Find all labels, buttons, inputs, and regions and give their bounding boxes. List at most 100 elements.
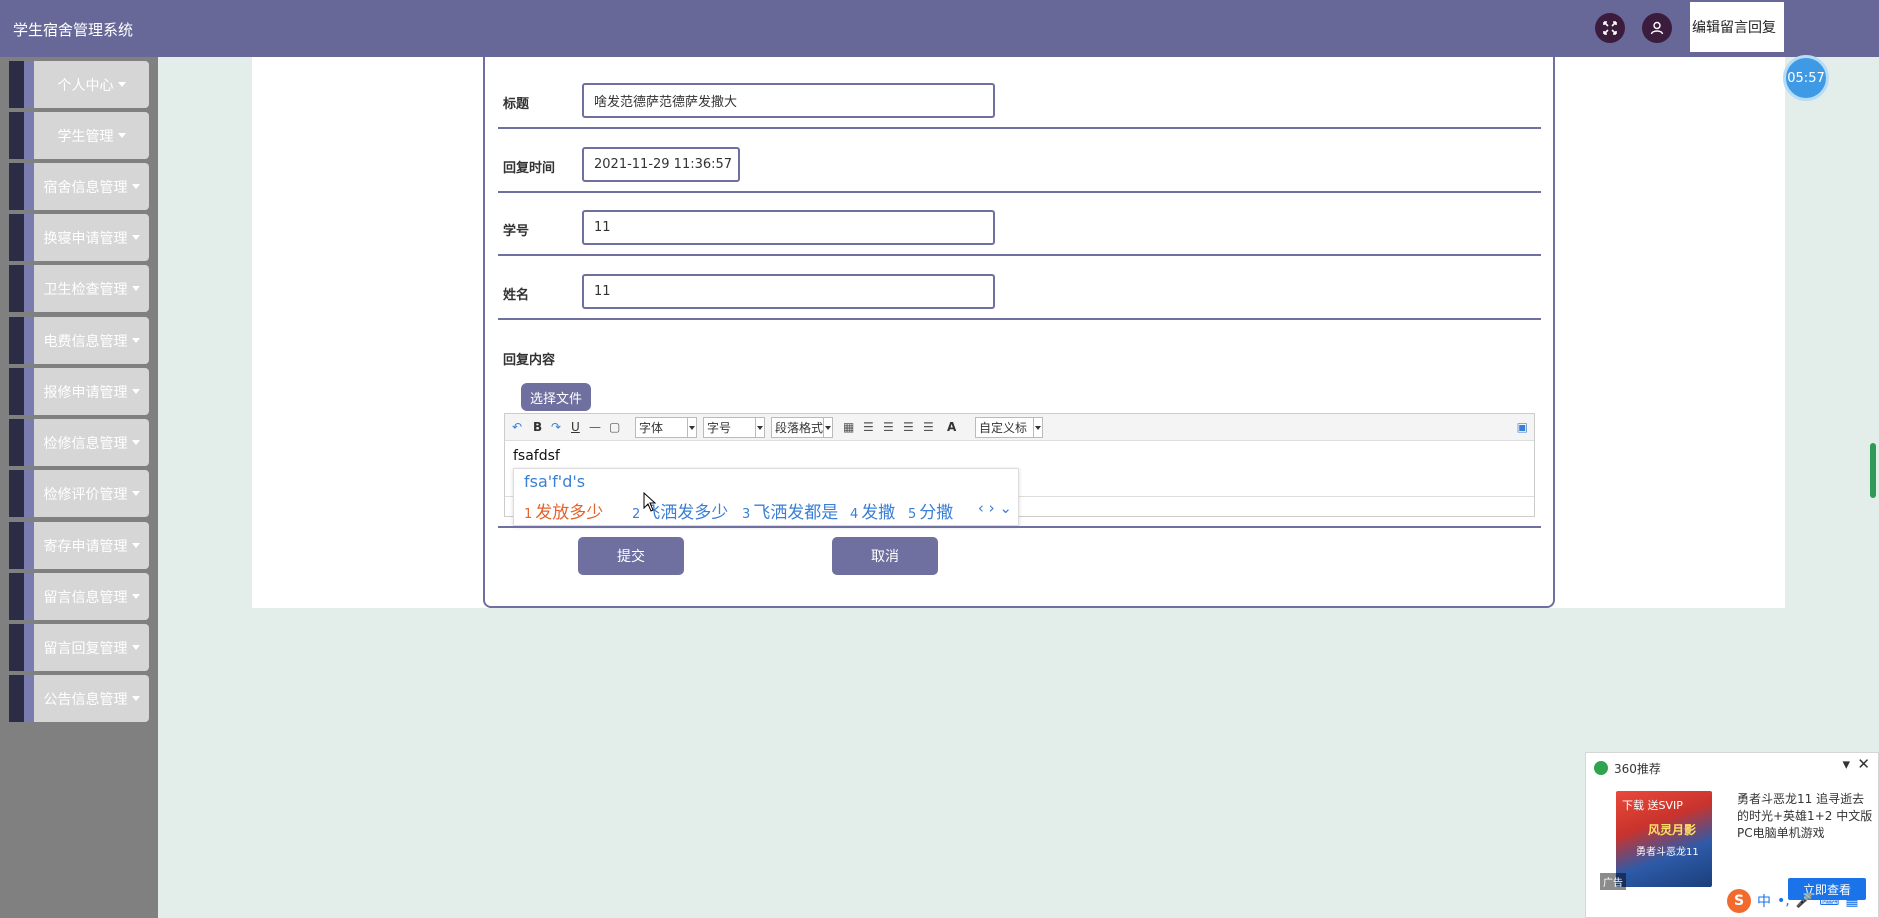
chevron-down-icon [131, 543, 140, 548]
ime-candidate[interactable]: 1 发放多少 [524, 498, 603, 523]
fullscreen-icon [1603, 21, 1617, 35]
align-justify-icon[interactable]: ☰ [923, 420, 934, 434]
align-right-icon[interactable]: ☰ [883, 420, 894, 434]
user-button[interactable] [1642, 13, 1672, 43]
choose-file-label: 选择文件 [529, 391, 582, 407]
timer-value: 05:57 [1787, 70, 1825, 86]
sidebar-item-label: 寄存申请管理 [43, 538, 128, 555]
sidebar-item-label: 公告信息管理 [43, 691, 128, 708]
sogou-logo-icon[interactable]: S [1727, 889, 1751, 913]
sidebar-item-maintenance-review[interactable]: 检修评价管理 [9, 470, 149, 517]
editor-toolbar: ↶ B ↷ U — ▢ 字体 字号 段落格式 ▦ ☰ ☰ ☰ ☰ A 自定义标 … [505, 414, 1534, 441]
student-id-input[interactable]: 11 [582, 210, 995, 245]
sidebar-item-electricity[interactable]: 电费信息管理 [9, 317, 149, 364]
sidebar-item-students[interactable]: 学生管理 [9, 112, 149, 159]
ad-image[interactable]: 下载 送SVIP 风灵月影 勇者斗恶龙11 [1616, 791, 1712, 887]
table-icon[interactable]: ▦ [843, 420, 854, 434]
ad-tag: 广告 [1600, 873, 1626, 890]
paste-icon[interactable]: ▢ [609, 420, 620, 434]
microphone-icon[interactable]: 🎤 [1796, 893, 1813, 909]
ime-tray: S 中 •, 🎤 ⌨ ▦ [1727, 888, 1859, 914]
cancel-button[interactable]: 取消 [832, 537, 938, 575]
font-size-select[interactable]: 字号 [703, 417, 765, 438]
sidebar-item-replies[interactable]: 留言回复管理 [9, 624, 149, 671]
font-select[interactable]: 字体 [635, 417, 697, 438]
chevron-down-icon[interactable]: ▾ [1842, 755, 1850, 773]
ime-candidate-popup: fsa'f'd's 1 发放多少 2 飞洒发多少 3 飞洒发都是 4 发撒 5 分撒 ‹ … [513, 468, 1019, 526]
custom-heading-select[interactable]: 自定义标 [975, 417, 1043, 438]
paragraph-format-value: 段落格式 [775, 421, 824, 435]
grid-menu-icon[interactable]: ▦ [1845, 893, 1858, 909]
sidebar-item-hygiene[interactable]: 卫生检查管理 [9, 265, 149, 312]
ad-header: 360推荐 [1614, 762, 1661, 776]
content-label: 回复内容 [503, 353, 556, 368]
underline-button[interactable]: U [571, 420, 580, 434]
paragraph-format-select[interactable]: 段落格式 [771, 417, 833, 438]
reply-time-label: 回复时间 [503, 161, 556, 176]
sidebar-item-label: 电费信息管理 [43, 333, 128, 350]
sidebar-item-label: 留言信息管理 [43, 589, 128, 606]
sidebar-item-repair-request[interactable]: 报修申请管理 [9, 368, 149, 415]
reply-edit-form: 标题 啥发范德萨范德萨发撒大 回复时间 2021-11-29 11:36:57 … [483, 57, 1555, 608]
cancel-label: 取消 [871, 549, 899, 565]
sidebar-item-notices[interactable]: 公告信息管理 [9, 675, 149, 722]
reply-time-input[interactable]: 2021-11-29 11:36:57 [582, 147, 740, 182]
chevron-down-icon [131, 235, 140, 240]
mouse-cursor-icon [643, 492, 657, 512]
keyboard-icon[interactable]: ⌨ [1819, 893, 1839, 909]
submit-label: 提交 [617, 549, 645, 565]
ime-candidate[interactable]: 4 发撒 [850, 498, 895, 523]
student-id-input-value: 11 [594, 220, 611, 235]
ime-candidate[interactable]: 5 分撒 [908, 498, 953, 523]
chevron-down-icon [131, 338, 140, 343]
sidebar-item-profile[interactable]: 个人中心 [9, 61, 149, 108]
undo-icon[interactable]: ↶ [512, 420, 522, 434]
ime-language-toggle[interactable]: 中 [1757, 891, 1771, 911]
sidebar-item-label: 学生管理 [57, 128, 114, 145]
sidebar-item-room-change[interactable]: 换寝申请管理 [9, 214, 149, 261]
html-source-icon[interactable]: ▣ [1517, 420, 1528, 434]
editor-content[interactable]: fsafdsf [513, 448, 560, 464]
choose-file-button[interactable]: 选择文件 [521, 383, 591, 411]
name-input-value: 11 [594, 284, 611, 299]
sidebar-item-messages[interactable]: 留言信息管理 [9, 573, 149, 620]
chevron-down-icon [755, 418, 764, 437]
fullscreen-button[interactable] [1595, 13, 1625, 43]
ime-page-nav[interactable]: ‹ › ⌄ [978, 499, 1012, 517]
chevron-down-icon [823, 418, 832, 437]
current-tab-label: 编辑留言回复 [1692, 20, 1776, 36]
font-size-select-value: 字号 [707, 421, 732, 435]
submit-button[interactable]: 提交 [578, 537, 684, 575]
sidebar-item-dorm-info[interactable]: 宿舍信息管理 [9, 163, 149, 210]
app-title: 学生宿舍管理系统 [13, 21, 134, 39]
ime-pinyin: fsa'f'd's [524, 472, 586, 491]
page-scrollbar-thumb[interactable] [1870, 443, 1876, 498]
align-left-icon[interactable]: ☰ [863, 420, 874, 434]
close-icon[interactable]: ✕ [1857, 755, 1870, 773]
bold-button[interactable]: B [533, 420, 542, 434]
360-logo-icon [1594, 761, 1608, 775]
sidebar-item-maintenance[interactable]: 检修信息管理 [9, 419, 149, 466]
title-input[interactable]: 啥发范德萨范德萨发撒大 [582, 83, 995, 118]
redo-icon[interactable]: ↷ [551, 420, 561, 434]
sidebar-item-label: 卫生检查管理 [43, 281, 128, 298]
font-color-button[interactable]: A [947, 420, 956, 434]
title-input-value: 啥发范德萨范德萨发撒大 [594, 95, 738, 110]
custom-heading-value: 自定义标 [979, 421, 1028, 435]
sidebar-item-storage[interactable]: 寄存申请管理 [9, 522, 149, 569]
row-divider [498, 191, 1541, 193]
user-icon [1650, 21, 1664, 35]
font-select-value: 字体 [639, 421, 664, 435]
chevron-down-icon [131, 440, 140, 445]
punctuation-icon[interactable]: •, [1777, 893, 1790, 909]
sidebar-item-label: 检修评价管理 [43, 486, 128, 503]
horizontal-rule-icon[interactable]: — [589, 420, 601, 434]
row-divider [498, 254, 1541, 256]
floating-timer[interactable]: 05:57 [1783, 55, 1829, 101]
ime-candidate[interactable]: 3 飞洒发都是 [742, 498, 838, 523]
align-center-icon[interactable]: ☰ [903, 420, 914, 434]
ad-text[interactable]: 勇者斗恶龙11 追寻逝去的时光+英雄1+2 中文版 PC电脑单机游戏 [1737, 791, 1873, 842]
current-tab[interactable]: 编辑留言回复 [1690, 2, 1784, 52]
name-input[interactable]: 11 [582, 274, 995, 309]
chevron-down-icon [131, 594, 140, 599]
